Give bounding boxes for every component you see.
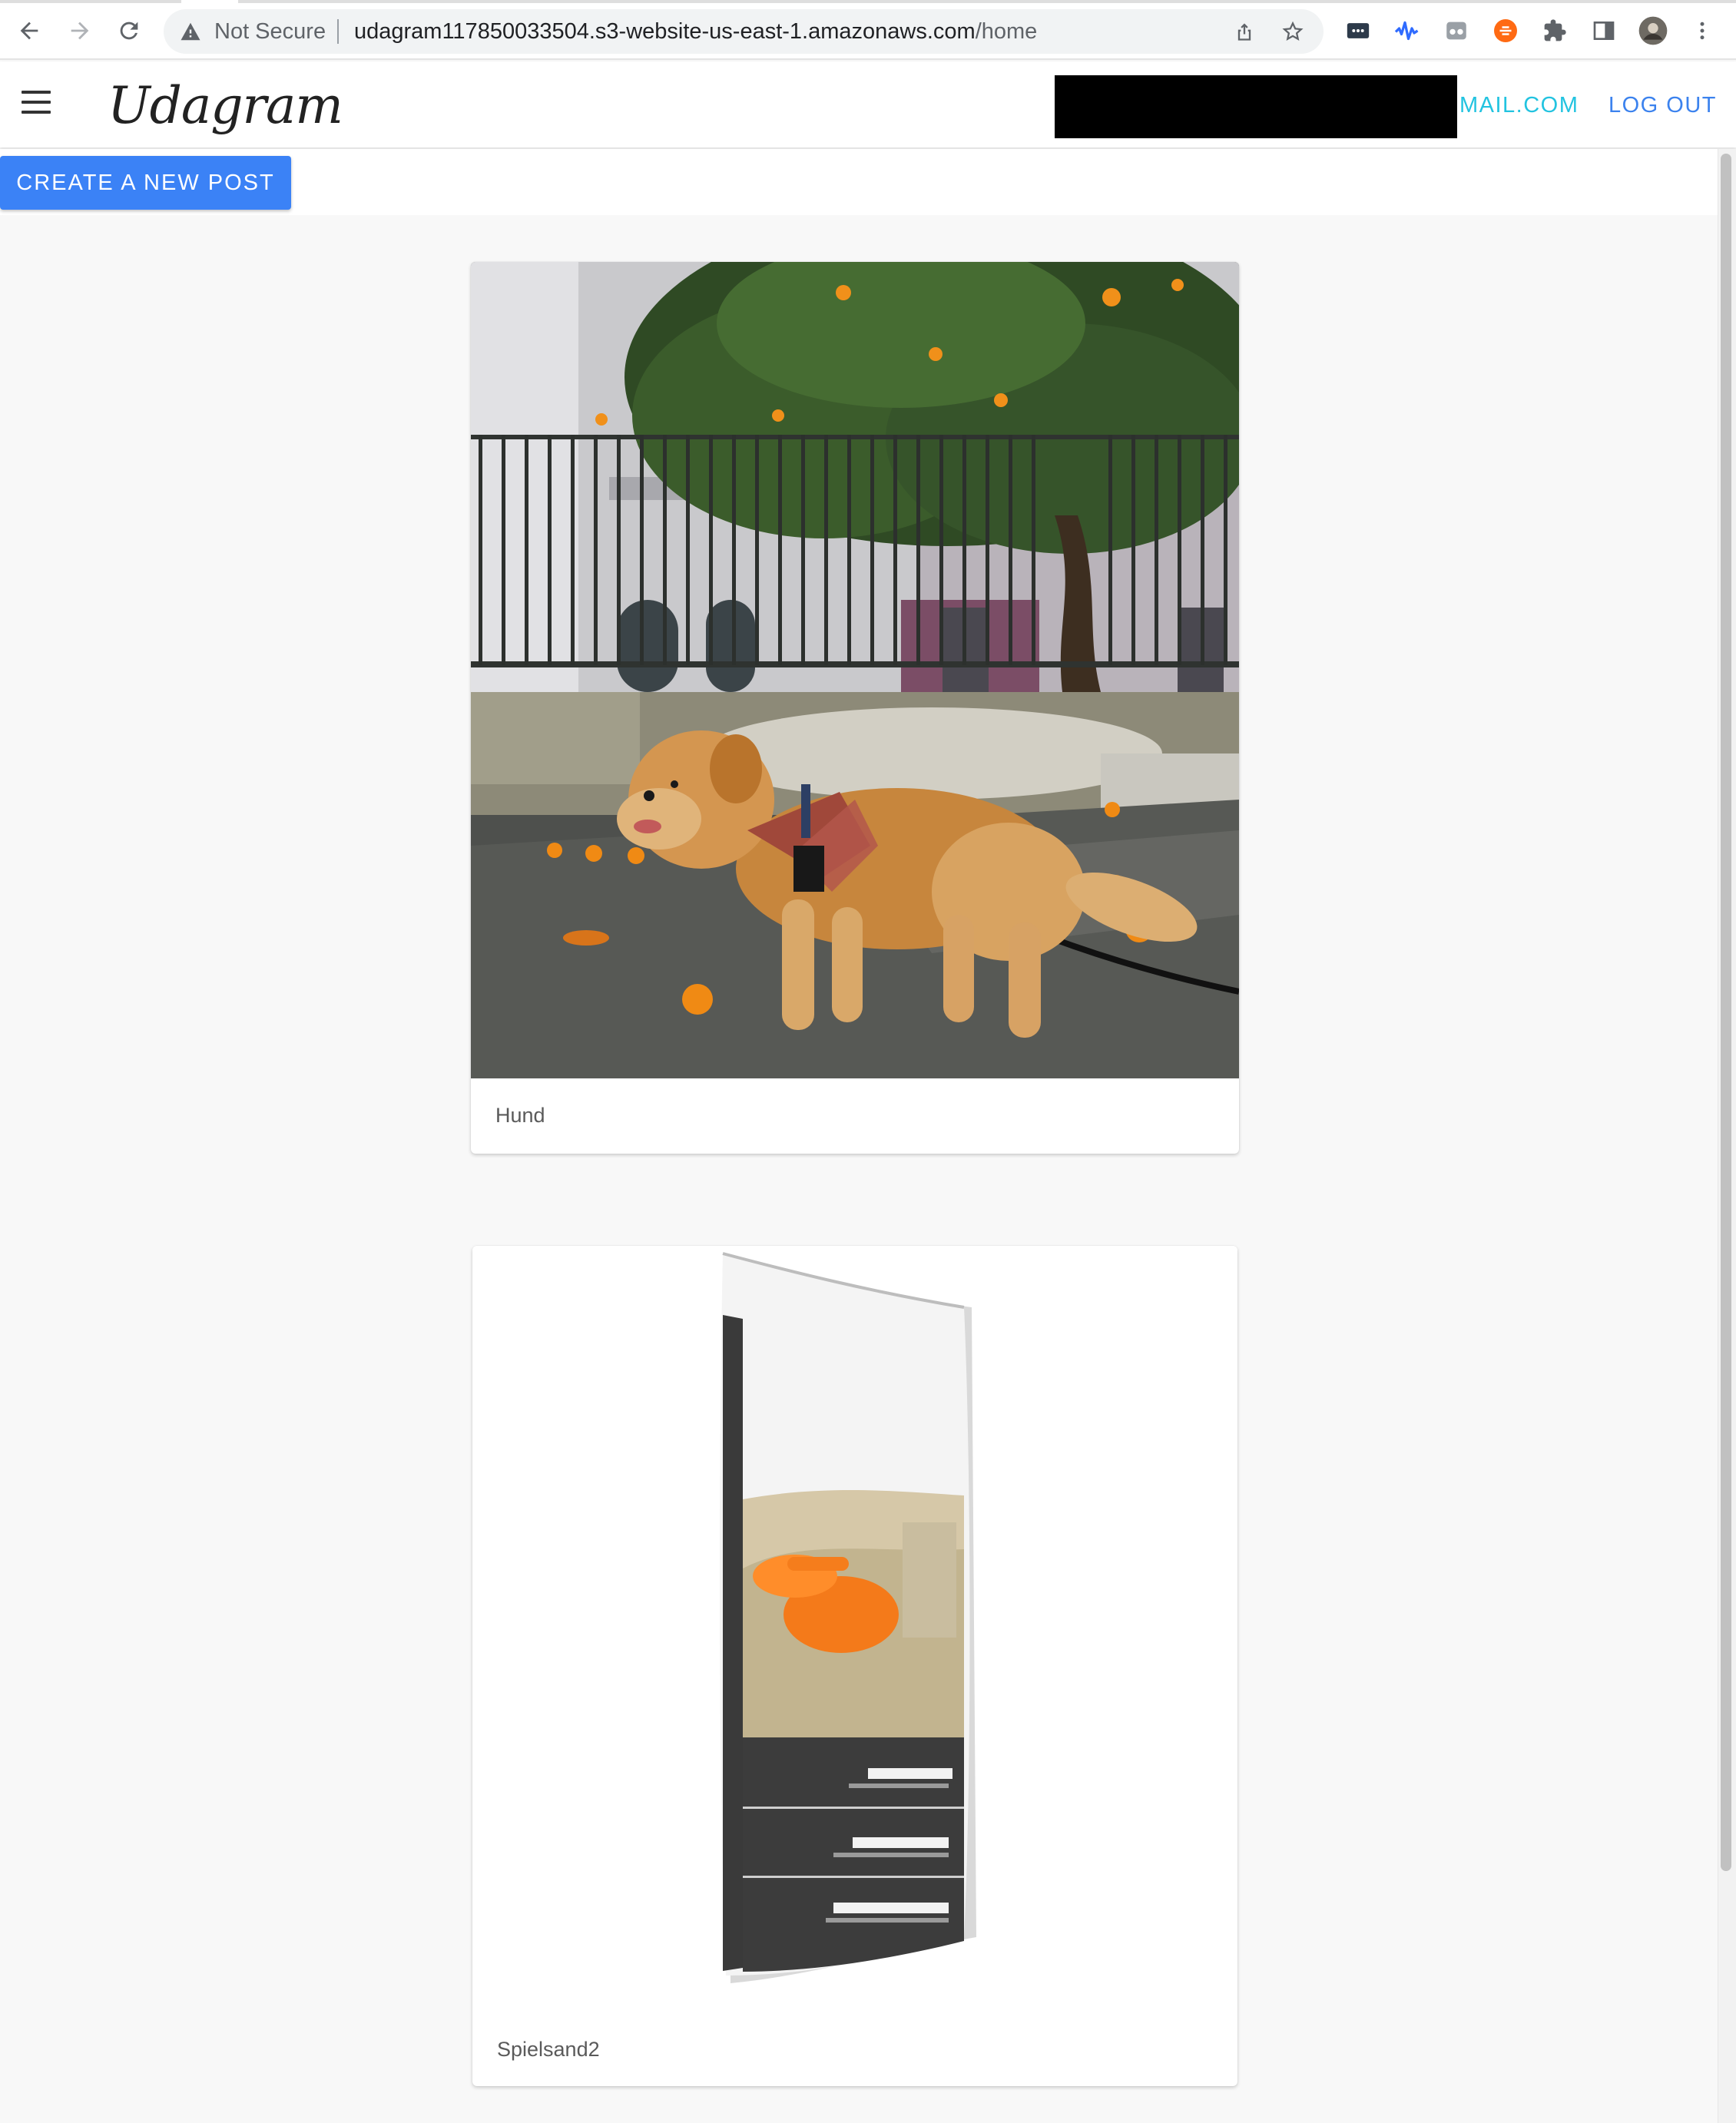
side-panel-icon[interactable] <box>1589 15 1619 46</box>
share-icon[interactable] <box>1233 20 1256 43</box>
waveform-extension-icon[interactable] <box>1392 15 1423 46</box>
url-path: /home <box>975 19 1038 44</box>
post-caption: Hund <box>495 1104 545 1127</box>
coupon-extension-icon[interactable] <box>1490 15 1521 46</box>
profile-avatar-icon[interactable] <box>1638 15 1668 46</box>
divider <box>337 19 339 44</box>
forward-icon[interactable] <box>63 14 97 48</box>
kebab-menu-icon[interactable] <box>1687 15 1718 46</box>
post-image <box>472 1246 1237 2014</box>
address-bar[interactable]: Not Secure udagram117850033504.s3-websit… <box>164 9 1324 54</box>
url-text[interactable]: udagram117850033504.s3-website-us-east-1… <box>354 20 1037 43</box>
post-card: Spielsand2 <box>472 1246 1237 2086</box>
security-label[interactable]: Not Secure <box>214 20 326 43</box>
user-email-link[interactable]: MAIL.COM <box>1459 92 1579 118</box>
hamburger-menu-icon[interactable] <box>22 91 52 117</box>
post-image <box>471 262 1239 1078</box>
extensions-puzzle-icon[interactable] <box>1539 15 1570 46</box>
reload-icon[interactable] <box>112 14 146 48</box>
password-manager-icon[interactable] <box>1343 15 1373 46</box>
create-post-button[interactable]: CREATE A NEW POST <box>0 156 291 210</box>
post-caption: Spielsand2 <box>497 2038 600 2061</box>
tab-strip-edge <box>238 0 1736 3</box>
reader-extension-icon[interactable] <box>1441 15 1472 46</box>
scrollbar-thumb[interactable] <box>1721 154 1731 1871</box>
redacted-email-block <box>1055 75 1457 138</box>
post-card: Hund <box>471 262 1239 1154</box>
logout-button[interactable]: LOG OUT <box>1608 92 1717 118</box>
url-host: udagram117850033504.s3-website-us-east-1… <box>354 19 976 44</box>
browser-toolbar: Not Secure udagram117850033504.s3-websit… <box>0 0 1736 60</box>
brand-logo[interactable]: Udagram <box>108 75 343 137</box>
tab-strip-edge <box>0 0 181 3</box>
app-header: Udagram MAIL.COM LOG OUT <box>0 61 1736 147</box>
back-icon[interactable] <box>12 14 46 48</box>
bookmark-star-icon[interactable] <box>1281 20 1304 43</box>
warning-icon[interactable] <box>179 20 202 47</box>
